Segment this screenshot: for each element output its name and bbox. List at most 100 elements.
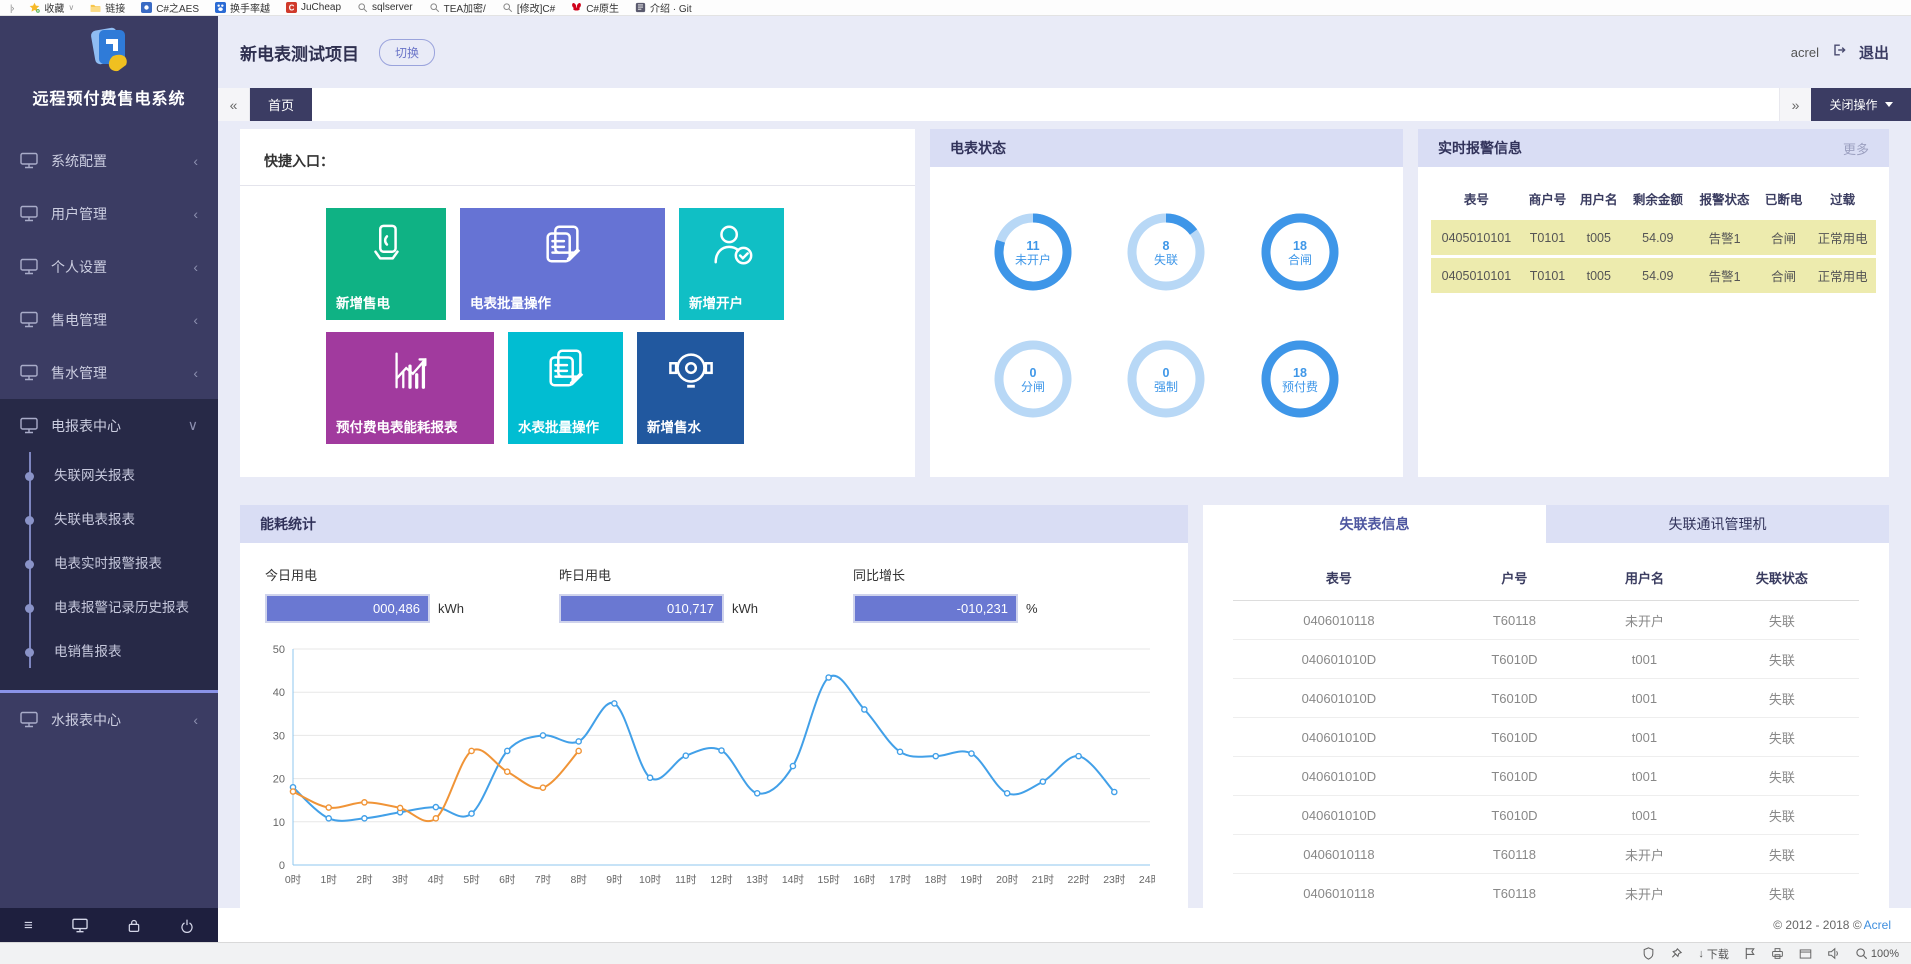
column-header: 用户名: [1573, 180, 1624, 217]
table-cell: 0406010118: [1233, 601, 1445, 640]
quick-entry-panel: 快捷入口： 新增售电电表批量操作新增开户预付费电表能耗报表水表批量操作新增售水: [240, 129, 915, 477]
sidebar-menu: 系统配置‹用户管理‹个人设置‹售电管理‹售水管理‹电报表中心∨失联网关报表失联电…: [0, 134, 218, 908]
shield-icon[interactable]: [1642, 947, 1655, 960]
bookmarks-list: 收藏∨ 链接 C#之AES 换手率越 CJuCheap sqlserver TEA加密/ [修…: [29, 0, 691, 15]
tab-disconnected-meters[interactable]: 失联表信息: [1203, 505, 1546, 543]
bookmark-item[interactable]: C#之AES: [141, 0, 199, 15]
svg-text:15时: 15时: [818, 874, 841, 886]
table-cell: T6010D: [1445, 640, 1584, 679]
more-link[interactable]: 更多: [1843, 139, 1869, 158]
power-icon[interactable]: [180, 918, 194, 933]
sidebar-item[interactable]: 水报表中心‹: [0, 693, 218, 746]
chevron-left-icon: ‹: [193, 206, 198, 222]
sidebar-group: 电报表中心∨失联网关报表失联电表报表电表实时报警报表电表报警记录历史报表电销售报…: [0, 399, 218, 693]
tab-disconnected-gateways[interactable]: 失联通讯管理机: [1546, 505, 1889, 543]
energy-stat: 今日用电000,486kWh: [265, 565, 464, 623]
table-row[interactable]: 040601010DT6010Dt001失联: [1233, 718, 1859, 757]
bookmark-label: TEA加密/: [444, 0, 486, 15]
table-cell: 040601010D: [1233, 718, 1445, 757]
table-cell: t001: [1584, 679, 1705, 718]
sidebar-item-label: 个人设置: [51, 257, 107, 277]
tabs-scroll-left-icon[interactable]: «: [218, 88, 250, 121]
column-header: 报警状态: [1691, 180, 1758, 217]
logout-button[interactable]: 退出: [1859, 42, 1889, 63]
monitor-icon: [20, 364, 38, 381]
zoom-control[interactable]: 100%: [1855, 947, 1899, 960]
sidebar-item[interactable]: 用户管理 ‹: [0, 187, 218, 240]
bookmark-item[interactable]: CJuCheap: [286, 2, 341, 13]
printer-icon[interactable]: [1771, 947, 1784, 960]
sidebar-item-label: 售电管理: [51, 310, 107, 330]
bookmark-item[interactable]: 链接: [90, 0, 125, 15]
logout-icon[interactable]: [1831, 42, 1847, 63]
speaker-icon[interactable]: [1827, 947, 1840, 960]
quick-tile[interactable]: 电表批量操作: [460, 208, 665, 320]
donut-value: 11: [1026, 239, 1039, 253]
table-cell: 未开户: [1584, 874, 1705, 909]
sidebar-subitem[interactable]: 失联电表报表: [0, 498, 218, 542]
svg-text:3时: 3时: [392, 874, 409, 886]
flag-icon[interactable]: [1744, 947, 1756, 960]
table-cell: t001: [1584, 757, 1705, 796]
table-row[interactable]: 0406010118T60118未开户失联: [1233, 835, 1859, 874]
table-header-row: 表号户号用户名失联状态: [1233, 555, 1859, 601]
sidebar-item[interactable]: 系统配置‹: [0, 134, 218, 187]
pin-icon[interactable]: [1670, 947, 1683, 960]
table-cell: 040601010D: [1233, 640, 1445, 679]
table-row[interactable]: 0406010118T60118未开户失联: [1233, 601, 1859, 640]
bookmark-label: 收藏: [44, 0, 64, 15]
meter-status-donut: 0强制: [1123, 336, 1209, 427]
bookmark-item[interactable]: sqlserver: [357, 2, 413, 13]
table-row[interactable]: 0405010101T0101t00554.09告警1合闸正常用电: [1431, 258, 1876, 293]
bookmark-item[interactable]: 收藏∨: [29, 0, 74, 15]
download-button[interactable]: ↓ 下载: [1698, 946, 1729, 962]
sidebar-item[interactable]: 售电管理‹: [0, 293, 218, 346]
chevron-left-icon: ‹: [193, 712, 198, 728]
tabs-scroll-right-icon[interactable]: »: [1779, 88, 1811, 121]
quick-tile[interactable]: 新增售水: [637, 332, 744, 444]
bookmark-item[interactable]: 介绍 · Git: [635, 0, 692, 15]
table-row[interactable]: 0405010101T0101t00554.09告警1合闸正常用电: [1431, 220, 1876, 255]
stat-unit: kWh: [732, 601, 758, 616]
table-row[interactable]: 0406010118T60118未开户失联: [1233, 874, 1859, 909]
bookmark-label: 介绍 · Git: [650, 0, 692, 15]
table-row[interactable]: 040601010DT6010Dt001失联: [1233, 757, 1859, 796]
lock-icon[interactable]: [127, 918, 141, 933]
quick-tile-label: 电表批量操作: [470, 292, 551, 312]
bookmark-item[interactable]: TEA加密/: [429, 0, 486, 15]
bookmark-item[interactable]: [修改]C#: [502, 0, 555, 15]
sidebar-subitem[interactable]: 失联网关报表: [0, 454, 218, 498]
donut-value: 0: [1029, 366, 1036, 380]
hamburger-menu-icon[interactable]: ≡: [24, 917, 33, 934]
bookmarks-overflow-icon[interactable]: |›: [10, 3, 13, 13]
donut-label: 预付费: [1282, 380, 1318, 394]
bookmark-item[interactable]: 换手率越: [215, 0, 270, 15]
table-row[interactable]: 040601010DT6010Dt001失联: [1233, 796, 1859, 835]
close-operations-dropdown[interactable]: 关闭操作: [1811, 88, 1911, 121]
bookmark-label: JuCheap: [301, 2, 341, 13]
sidebar-subitem[interactable]: 电表报警记录历史报表: [0, 586, 218, 630]
monitor-icon: [20, 152, 38, 169]
sidebar-item[interactable]: 电报表中心∨: [0, 399, 218, 452]
quick-tile[interactable]: 新增开户: [679, 208, 784, 320]
quick-tile[interactable]: 水表批量操作: [508, 332, 623, 444]
sidebar-item[interactable]: 售水管理‹: [0, 346, 218, 399]
sidebar-subitem[interactable]: 电销售报表: [0, 630, 218, 674]
quick-tile[interactable]: 新增售电: [326, 208, 446, 320]
svg-text:22时: 22时: [1067, 874, 1090, 886]
table-row[interactable]: 040601010DT6010Dt001失联: [1233, 640, 1859, 679]
brand-link[interactable]: Acrel: [1864, 918, 1891, 932]
svg-text:50: 50: [273, 644, 285, 656]
stat-unit: %: [1026, 601, 1038, 616]
window-icon[interactable]: [1799, 948, 1812, 960]
monitor-icon[interactable]: [72, 918, 88, 933]
bookmark-item[interactable]: C#原生: [571, 0, 619, 15]
table-row[interactable]: 040601010DT6010Dt001失联: [1233, 679, 1859, 718]
sidebar-subitem[interactable]: 电表实时报警报表: [0, 542, 218, 586]
sidebar-item-label: 用户管理: [51, 204, 107, 224]
tab-home[interactable]: 首页: [250, 88, 312, 121]
page-footer: © 2012 - 2018 © Acrel: [218, 908, 1911, 942]
quick-tile[interactable]: 预付费电表能耗报表: [326, 332, 494, 444]
sidebar-item[interactable]: 个人设置‹: [0, 240, 218, 293]
switch-project-button[interactable]: 切换: [379, 39, 435, 66]
